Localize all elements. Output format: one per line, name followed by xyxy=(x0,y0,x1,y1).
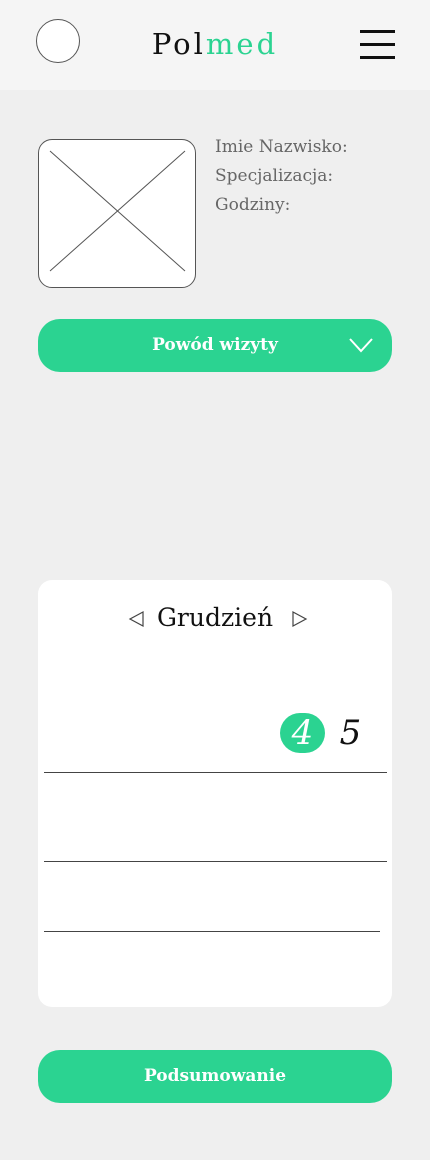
next-month-arrow-icon[interactable] xyxy=(290,610,308,628)
image-placeholder-icon xyxy=(49,150,186,272)
doctor-hours-label: Godziny: xyxy=(215,195,291,215)
calendar-day-selected[interactable]: 4 xyxy=(280,713,325,753)
visit-reason-label: Powód wizyty xyxy=(152,335,278,355)
summary-button[interactable]: Podsumowanie xyxy=(38,1050,392,1103)
summary-button-label: Podsumowanie xyxy=(143,1066,287,1086)
doctor-name-label: Imie Nazwisko: xyxy=(215,137,348,157)
doctor-info: Imie Nazwisko: Specjalizacja: Godziny: xyxy=(215,135,348,222)
calendar-divider xyxy=(44,931,380,932)
doctor-specialization-label: Specjalizacja: xyxy=(215,166,334,186)
calendar-divider xyxy=(44,772,387,773)
logo-text-med: med xyxy=(205,27,279,61)
doctor-photo-placeholder xyxy=(38,139,196,288)
calendar-card: Grudzień 4 5 xyxy=(38,580,392,1007)
calendar-divider xyxy=(44,861,387,862)
app-header: Polmed xyxy=(0,0,430,90)
hamburger-menu-icon[interactable] xyxy=(360,30,395,60)
visit-reason-dropdown[interactable]: Powód wizyty xyxy=(38,319,392,372)
chevron-down-icon xyxy=(349,338,373,353)
calendar-day[interactable]: 5 xyxy=(328,713,373,753)
calendar-month-title: Grudzień xyxy=(156,603,274,632)
logo-text-pol: Pol xyxy=(151,27,206,61)
